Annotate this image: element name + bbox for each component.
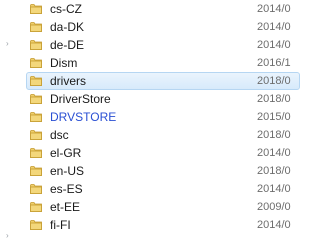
modified-date: 2014/0 <box>257 147 291 159</box>
folder-row[interactable]: da-DK 2014/0 <box>24 18 300 36</box>
folder-name: cs-CZ <box>50 2 82 16</box>
folder-row[interactable]: es-ES 2014/0 <box>24 180 300 198</box>
navigation-pane-edge: › › <box>0 0 20 244</box>
explorer-window: › › cs-CZ 2014/0 da-DK 2014/0 de-DE 2014/0 Dis… <box>0 0 300 244</box>
folder-row[interactable]: drivers 2018/0 <box>24 72 300 90</box>
folder-row[interactable]: el-GR 2014/0 <box>24 144 300 162</box>
folder-row[interactable]: cs-CZ 2014/0 <box>24 0 300 18</box>
folder-name: fi-FI <box>50 218 71 232</box>
folder-name: et-EE <box>50 200 81 214</box>
modified-date: 2015/0 <box>257 111 291 123</box>
folder-name: DRVSTORE <box>50 110 117 124</box>
file-list: cs-CZ 2014/0 da-DK 2014/0 de-DE 2014/0 Dism 201… <box>24 0 300 234</box>
folder-row[interactable]: DriverStore 2018/0 <box>24 90 300 108</box>
folder-row[interactable]: et-EE 2009/0 <box>24 198 300 216</box>
modified-date: 2009/0 <box>257 201 291 213</box>
modified-date: 2018/0 <box>257 165 291 177</box>
folder-name: Dism <box>50 56 78 70</box>
modified-date: 2014/0 <box>257 183 291 195</box>
folder-name: dsc <box>50 128 69 142</box>
expand-arrow-icon[interactable]: › <box>6 232 12 240</box>
modified-date: 2014/0 <box>257 3 291 15</box>
modified-date: 2014/0 <box>257 219 291 231</box>
folder-row[interactable]: fi-FI 2014/0 <box>24 216 300 234</box>
expand-arrow-icon[interactable]: › <box>6 40 12 48</box>
folder-name: es-ES <box>50 182 83 196</box>
folder-name: DriverStore <box>50 92 111 106</box>
folder-row[interactable]: DRVSTORE 2015/0 <box>24 108 300 126</box>
modified-date: 2014/0 <box>257 39 291 51</box>
folder-name: el-GR <box>50 146 82 160</box>
folder-row[interactable]: de-DE 2014/0 <box>24 36 300 54</box>
folder-row[interactable]: Dism 2016/1 <box>24 54 300 72</box>
folder-name: drivers <box>50 74 87 88</box>
folder-name: da-DK <box>50 20 85 34</box>
folder-row[interactable]: en-US 2018/0 <box>24 162 300 180</box>
modified-date: 2018/0 <box>257 75 291 87</box>
folder-name: en-US <box>50 164 85 178</box>
modified-date: 2018/0 <box>257 93 291 105</box>
folder-row[interactable]: dsc 2018/0 <box>24 126 300 144</box>
folder-name: de-DE <box>50 38 85 52</box>
modified-date: 2016/1 <box>257 57 291 69</box>
modified-date: 2014/0 <box>257 21 291 33</box>
modified-date: 2018/0 <box>257 129 291 141</box>
